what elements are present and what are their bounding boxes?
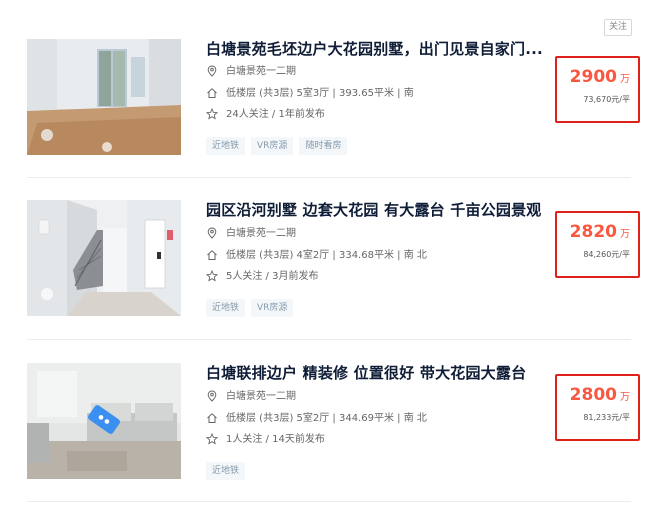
listing-2-follow-row: 5人关注 / 3月前发布 [206,269,318,285]
tag: 随时看房 [299,137,348,155]
tag: 近地铁 [206,137,246,155]
listing-1-community[interactable]: 白塘景苑一二期 [226,66,296,77]
listing-2-price-box: 2820 万 84,260元/平 [555,211,640,278]
listing-2-community[interactable]: 白塘景苑一二期 [226,228,296,239]
tag: VR房源 [251,137,294,155]
listing-divider [27,339,631,340]
listing-1-community-row: 白塘景苑一二期 [206,64,296,80]
listing-3-photo[interactable]: ● ● [27,363,181,479]
listing-3-house-info-row: 低楼层 (共3层) 5室2厅 | 344.69平米 | 南 北 [206,411,427,427]
location-pin-icon [207,390,217,402]
location-pin-icon [207,65,217,77]
listing-2-title[interactable]: 园区沿河别墅 边套大花园 有大露台 千亩公园景观 [206,199,541,220]
listing-2-house-info-row: 低楼层 (共3层) 4室2厅 | 334.68平米 | 南 北 [206,248,427,264]
house-icon [207,413,217,423]
tag: 近地铁 [206,462,246,480]
listing-1-house-info: 低楼层 (共3层) 5室3厅 | 393.65平米 | 南 [226,88,414,99]
listing-1-tags: 近地铁 VR房源 随时看房 [206,133,353,155]
listing-1-follow-info: 24人关注 / 1年前发布 [226,109,325,120]
listing-1-house-info-row: 低楼层 (共3层) 5室3厅 | 393.65平米 | 南 [206,86,414,102]
listing-3-unit-price: 81,233元/平 [583,413,630,422]
star-icon [206,433,218,445]
star-icon [206,270,218,282]
listing-2-photo[interactable] [27,200,181,316]
listing-3-total-price: 2800 [569,385,617,405]
listing-3-community-row: 白塘景苑一二期 [206,389,296,405]
listing-3-price-box: 2800 万 81,233元/平 [555,374,640,441]
listing-2-community-row: 白塘景苑一二期 [206,226,296,242]
listing-2-tags: 近地铁 VR房源 [206,295,299,317]
price-unit: 万 [620,392,630,403]
price-unit: 万 [620,229,630,240]
house-icon [207,88,217,98]
tag: VR房源 [251,299,294,317]
listing-1-price-box: 2900 万 73,670元/平 [555,56,640,123]
listing-3-follow-info: 1人关注 / 14天前发布 [226,434,325,445]
listing-1-title[interactable]: 白塘景苑毛坯边户大花园别墅，出门见景自家门... [206,38,543,59]
listing-1-total-price: 2900 [569,67,617,87]
listing-3-house-info: 低楼层 (共3层) 5室2厅 | 344.69平米 | 南 北 [226,413,427,424]
listing-2-unit-price: 84,260元/平 [583,250,630,259]
listing-3-community[interactable]: 白塘景苑一二期 [226,391,296,402]
follow-button[interactable]: 关注 [604,19,632,36]
price-unit: 万 [620,74,630,85]
listing-1-follow-row: 24人关注 / 1年前发布 [206,107,325,123]
listing-1-photo[interactable] [27,39,181,155]
listing-3-tags: 近地铁 [206,458,251,480]
listing-2-follow-info: 5人关注 / 3月前发布 [226,271,319,282]
listing-2-total-price: 2820 [569,222,617,242]
listing-2-house-info: 低楼层 (共3层) 4室2厅 | 334.68平米 | 南 北 [226,250,427,261]
listing-3-follow-row: 1人关注 / 14天前发布 [206,432,325,448]
star-icon [206,108,218,120]
tag: 近地铁 [206,299,246,317]
house-icon [207,250,217,260]
listing-1-unit-price: 73,670元/平 [583,95,630,104]
listing-divider [27,501,631,502]
listing-divider [27,177,631,178]
location-pin-icon [207,227,217,239]
listing-3-title[interactable]: 白塘联排边户 精装修 位置很好 带大花园大露台 [206,362,526,383]
